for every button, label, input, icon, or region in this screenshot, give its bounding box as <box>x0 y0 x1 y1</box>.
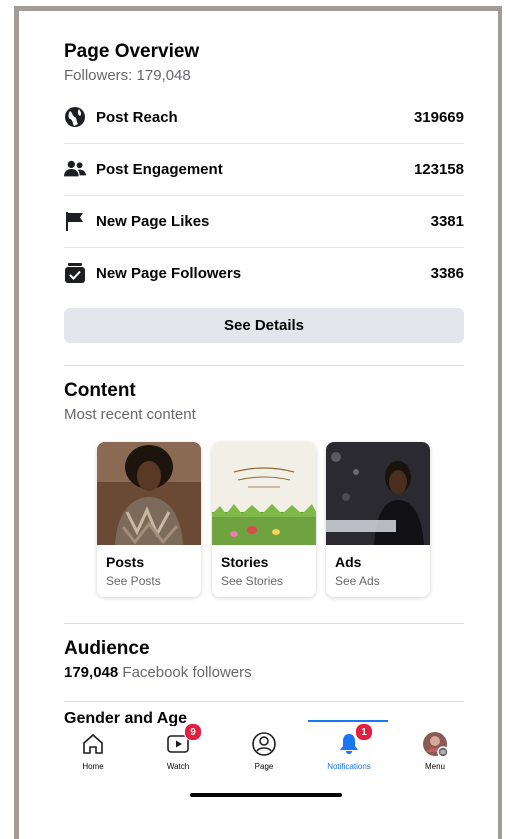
card-subtitle: See Stories <box>221 574 284 588</box>
home-icon <box>58 729 128 759</box>
section-divider <box>64 365 464 366</box>
metric-value: 319669 <box>413 108 464 126</box>
content-title: Content <box>64 380 136 401</box>
nav-page[interactable]: Page <box>229 729 299 771</box>
content-card-posts[interactable]: Posts See Posts <box>97 442 201 597</box>
audience-follower-suffix: Facebook followers <box>118 664 252 681</box>
flag-icon <box>64 210 86 232</box>
page-profile-icon <box>229 729 299 759</box>
nav-label: Page <box>254 762 274 771</box>
home-indicator <box>190 793 342 797</box>
metric-label: New Page Likes <box>96 212 210 230</box>
stories-thumbnail <box>212 442 316 545</box>
bell-icon: 1 <box>314 723 384 759</box>
nav-watch[interactable]: 9 Watch <box>143 723 213 771</box>
metric-label: Post Reach <box>96 108 178 126</box>
bottom-nav: Home 9 Watch Page 1 Notifications Menu <box>64 723 464 779</box>
card-title: Ads <box>335 554 362 570</box>
metric-row-new-page-likes[interactable]: New Page Likes 3381 <box>64 195 464 248</box>
active-tab-indicator <box>308 720 388 722</box>
people-icon <box>64 158 86 180</box>
nav-menu[interactable]: Menu <box>400 729 470 771</box>
section-divider <box>64 701 464 702</box>
audience-title: Audience <box>64 638 150 659</box>
metric-value: 3381 <box>430 212 464 230</box>
card-subtitle: See Ads <box>335 574 380 588</box>
watch-badge: 9 <box>184 723 202 741</box>
content-card-ads[interactable]: Ads See Ads <box>326 442 430 597</box>
card-title: Stories <box>221 554 269 570</box>
metric-label: Post Engagement <box>96 160 223 178</box>
metric-label: New Page Followers <box>96 264 242 282</box>
card-subtitle: See Posts <box>106 574 161 588</box>
screen: Page Overview Followers: 179,048 Post Re… <box>19 11 498 839</box>
nav-label: Home <box>82 762 104 771</box>
see-details-button[interactable]: See Details <box>64 308 464 343</box>
audience-followers: 179,048 Facebook followers <box>64 664 252 681</box>
device-frame: Page Overview Followers: 179,048 Post Re… <box>14 6 502 839</box>
globe-icon <box>64 106 86 128</box>
metric-value: 123158 <box>413 160 464 178</box>
gender-age-heading: Gender and Age <box>64 710 187 726</box>
nav-notifications[interactable]: 1 Notifications <box>314 723 384 771</box>
audience-follower-count: 179,048 <box>64 664 119 681</box>
metric-row-new-page-followers[interactable]: New Page Followers 3386 <box>64 247 464 299</box>
nav-home[interactable]: Home <box>58 729 128 771</box>
content-card-stories[interactable]: Stories See Stories <box>212 442 316 597</box>
card-title: Posts <box>106 554 145 570</box>
watch-icon: 9 <box>143 723 213 759</box>
followers-check-icon <box>64 262 86 284</box>
ads-thumbnail <box>326 442 430 545</box>
metric-value: 3386 <box>430 264 464 282</box>
avatar-menu-icon <box>400 729 470 759</box>
notifications-badge: 1 <box>355 723 373 741</box>
nav-label: Watch <box>166 762 190 771</box>
section-divider <box>64 623 464 624</box>
metric-row-post-reach[interactable]: Post Reach 319669 <box>64 91 464 144</box>
page-overview-title: Page Overview <box>64 41 200 62</box>
content-subtitle: Most recent content <box>64 406 196 423</box>
metric-row-post-engagement[interactable]: Post Engagement 123158 <box>64 143 464 196</box>
nav-label: Notifications <box>327 762 371 771</box>
followers-count: Followers: 179,048 <box>64 67 191 84</box>
posts-thumbnail <box>97 442 201 545</box>
nav-label: Menu <box>424 762 445 771</box>
